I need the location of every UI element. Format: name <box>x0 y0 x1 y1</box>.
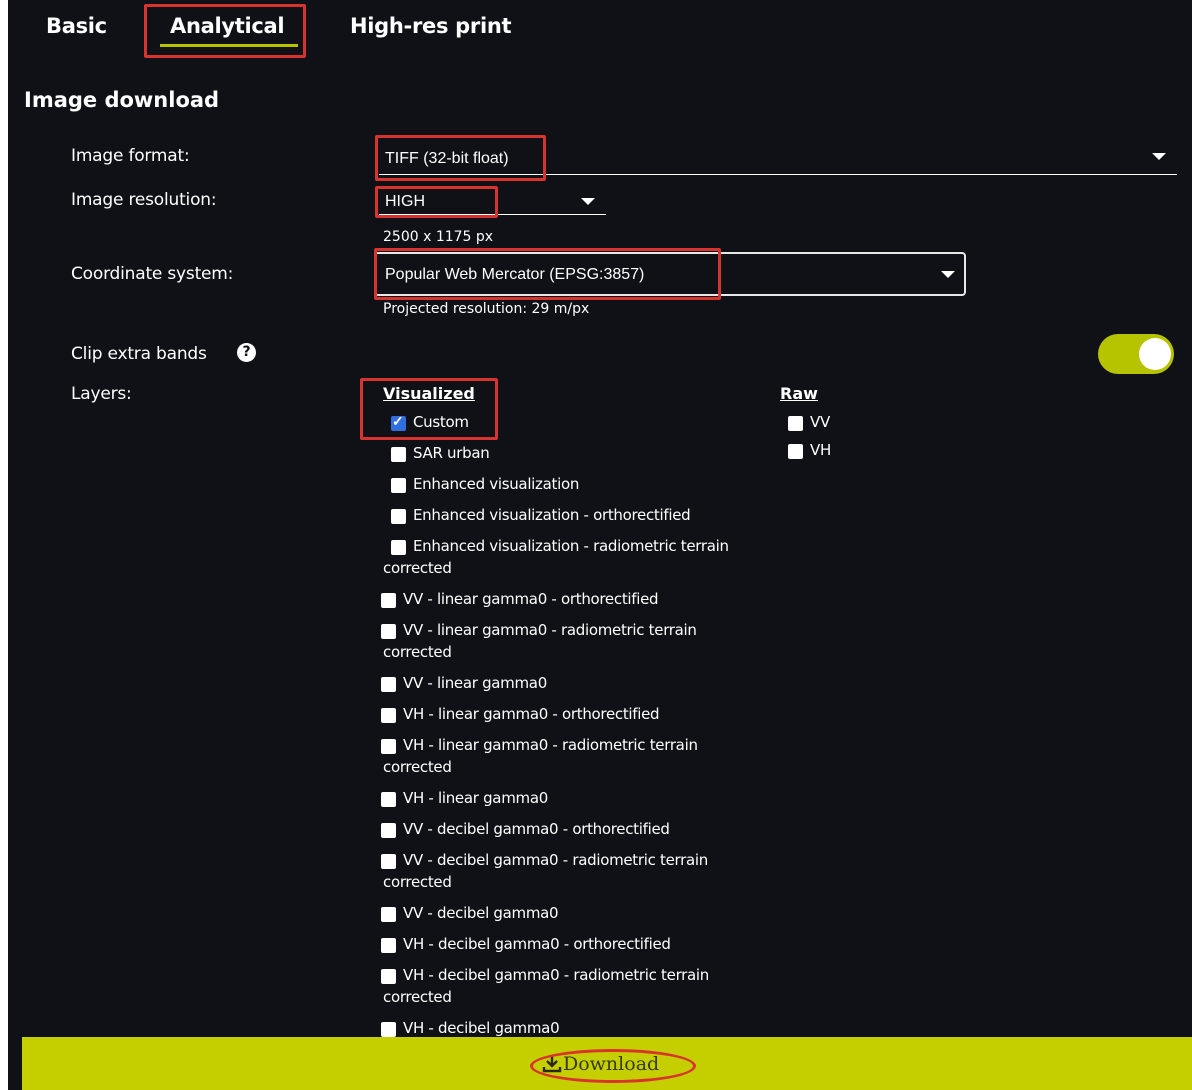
layer-checkbox[interactable] <box>381 677 396 692</box>
layer-label: VH - decibel gamma0 <box>403 1019 560 1037</box>
layer-checkbox[interactable] <box>381 854 396 869</box>
image-resolution-label: Image resolution: <box>71 190 217 210</box>
layer-checkbox[interactable] <box>381 624 396 639</box>
layer-label-continued: corrected <box>383 643 452 661</box>
layer-checkbox[interactable] <box>381 907 396 922</box>
layer-checkbox[interactable] <box>391 540 406 555</box>
image-format-label: Image format: <box>71 146 190 166</box>
layer-label: VV - decibel gamma0 - orthorectified <box>403 820 670 838</box>
image-format-value: TIFF (32-bit float) <box>385 150 509 167</box>
layer-label-continued: corrected <box>383 873 452 891</box>
layer-label: VH - linear gamma0 - radiometric terrain <box>403 736 698 754</box>
layer-label: VV - linear gamma0 - orthorectified <box>403 590 659 608</box>
download-panel: Basic Analytical High-res print Image do… <box>8 0 1192 1090</box>
select-underline <box>379 214 606 215</box>
layer-checkbox[interactable] <box>381 792 396 807</box>
layer-checkbox[interactable] <box>381 969 396 984</box>
image-resolution-value: HIGH <box>385 193 425 210</box>
layer-checkbox[interactable] <box>391 413 406 431</box>
layer-label: VV - decibel gamma0 - radiometric terrai… <box>403 851 708 869</box>
help-icon[interactable]: ? <box>237 343 256 362</box>
chevron-down-icon <box>941 271 955 278</box>
layer-label: Custom <box>413 413 469 431</box>
layer-label: Enhanced visualization - orthorectified <box>413 506 691 524</box>
layer-checkbox[interactable] <box>391 447 406 462</box>
raw-layer-checkbox[interactable] <box>788 416 803 431</box>
annotation-ellipse-download <box>530 1049 696 1083</box>
visualized-header: Visualized <box>383 384 475 403</box>
layer-checkbox[interactable] <box>391 478 406 493</box>
tab-basic[interactable]: Basic <box>46 14 107 38</box>
coordinate-system-value: Popular Web Mercator (EPSG:3857) <box>385 266 645 283</box>
layer-checkbox[interactable] <box>381 593 396 608</box>
layer-label-continued: corrected <box>383 758 452 776</box>
section-title: Image download <box>24 88 220 112</box>
raw-layer-checkbox[interactable] <box>788 444 803 459</box>
layer-label: VH - linear gamma0 <box>403 789 548 807</box>
layer-checkbox[interactable] <box>381 739 396 754</box>
toggle-knob <box>1139 338 1171 370</box>
layer-checkbox[interactable] <box>391 509 406 524</box>
layer-label: VH - decibel gamma0 - orthorectified <box>403 935 671 953</box>
layer-checkbox[interactable] <box>381 708 396 723</box>
layer-label-continued: corrected <box>383 559 452 577</box>
layer-label: VV - decibel gamma0 <box>403 904 559 922</box>
layer-checkbox[interactable] <box>381 823 396 838</box>
raw-layer-label: VH <box>810 441 831 459</box>
tab-high-res-print[interactable]: High-res print <box>350 14 512 38</box>
layer-checkbox[interactable] <box>381 1022 396 1037</box>
layer-label: SAR urban <box>413 444 490 462</box>
resolution-hint: 2500 x 1175 px <box>383 229 494 245</box>
clip-extra-bands-toggle[interactable] <box>1098 334 1174 374</box>
layer-label: VV - linear gamma0 <box>403 674 547 692</box>
layer-checkbox[interactable] <box>381 938 396 953</box>
layer-label-continued: corrected <box>383 988 452 1006</box>
coordinate-system-select[interactable]: Popular Web Mercator (EPSG:3857) <box>374 252 966 296</box>
layer-label: VH - decibel gamma0 - radiometric terrai… <box>403 966 710 984</box>
chevron-down-icon <box>581 198 595 205</box>
raw-layer-label: VV <box>810 413 830 431</box>
chevron-down-icon <box>1152 153 1166 160</box>
clip-extra-bands-label: Clip extra bands <box>71 344 207 364</box>
layers-label: Layers: <box>71 384 132 404</box>
layer-label: Enhanced visualization <box>413 475 580 493</box>
active-tab-indicator <box>160 44 298 47</box>
select-underline <box>379 174 1177 175</box>
coordinate-system-label: Coordinate system: <box>71 264 234 284</box>
projected-resolution-hint: Projected resolution: 29 m/px <box>383 301 590 317</box>
layer-label: VH - linear gamma0 - orthorectified <box>403 705 660 723</box>
raw-header: Raw <box>780 384 818 403</box>
layer-label: Enhanced visualization - radiometric ter… <box>413 537 729 555</box>
layer-label: VV - linear gamma0 - radiometric terrain <box>403 621 697 639</box>
tab-analytical[interactable]: Analytical <box>170 14 285 38</box>
